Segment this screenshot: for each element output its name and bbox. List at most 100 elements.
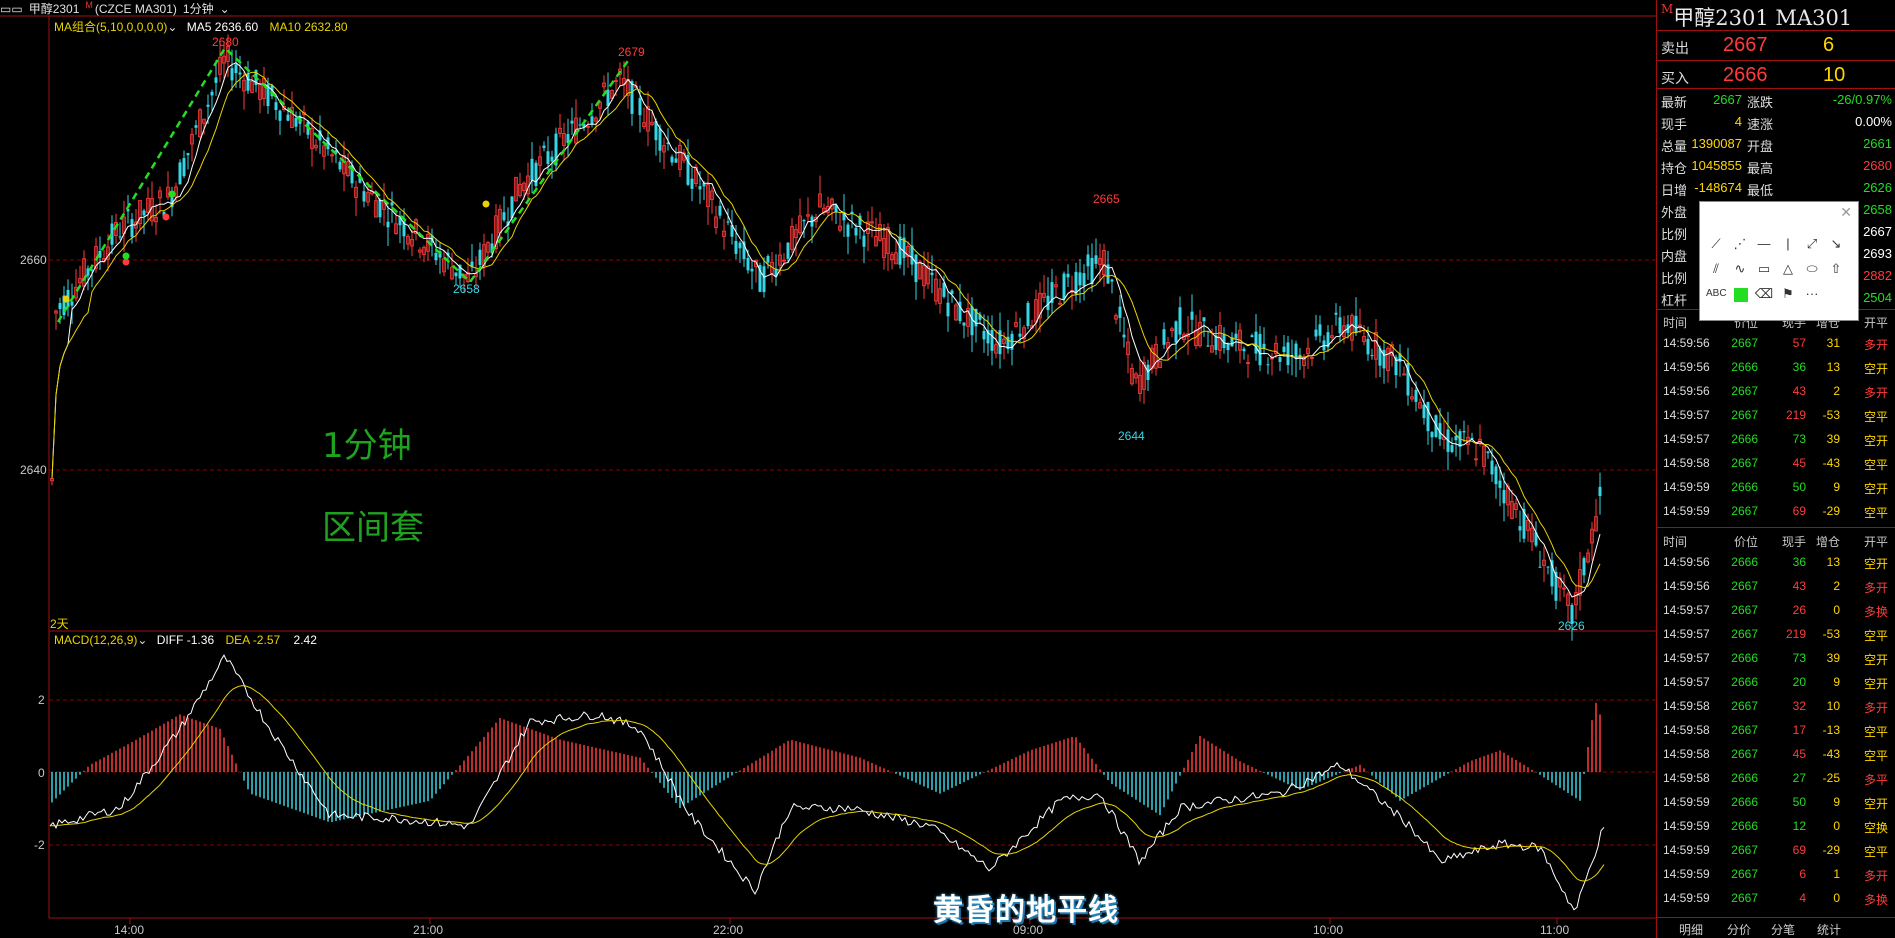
tick-price: 2666	[1731, 480, 1758, 494]
tick-time: 14:59:57	[1663, 627, 1710, 641]
flag-icon[interactable]: ⚑	[1778, 286, 1798, 302]
tick-row[interactable]: 14:59:57 2667 219 -53 空平	[1657, 622, 1895, 646]
tick-row[interactable]: 14:59:59 2666 50 9 空开	[1657, 475, 1895, 499]
tick-time: 14:59:57	[1663, 675, 1710, 689]
candle-body	[1422, 404, 1426, 419]
bid-row[interactable]: 买入 2666 10	[1657, 62, 1895, 90]
tab-stats[interactable]: 统计	[1817, 921, 1841, 938]
tick-price: 2667	[1731, 627, 1758, 641]
tick-oi: 39	[1826, 432, 1840, 446]
tick-oi: 0	[1833, 603, 1840, 617]
arrow-line-icon[interactable]: ⤢	[1802, 236, 1822, 252]
tab-detail[interactable]: 明细	[1679, 921, 1703, 938]
tick-oi: 0	[1833, 819, 1840, 833]
macd-legend[interactable]: MACD(12,26,9)⌄ DIFF -1.36 DEA -2.57 2.42	[54, 633, 317, 647]
tick-row[interactable]: 14:59:57 2666 73 39 空开	[1657, 427, 1895, 451]
tick-row[interactable]: 14:59:58 2667 17 -13 空平	[1657, 718, 1895, 742]
tick-price: 2666	[1731, 771, 1758, 785]
tick-type: 多换	[1863, 893, 1888, 907]
tick-row[interactable]: 14:59:56 2666 36 13 空开	[1657, 550, 1895, 574]
tick-oi: 13	[1826, 360, 1840, 374]
stat-value: 0.00%	[1855, 114, 1892, 129]
menu-icon[interactable]: ▭▭	[0, 2, 23, 16]
up-arrow-icon[interactable]: ⇧	[1826, 261, 1846, 277]
bid-volume: 10	[1823, 64, 1846, 86]
ask-volume: 6	[1823, 34, 1835, 56]
candle-body	[734, 240, 738, 254]
candle-body	[1062, 273, 1066, 299]
tick-row[interactable]: 14:59:59 2666 50 9 空开	[1657, 790, 1895, 814]
candle-body	[130, 219, 134, 237]
ma-legend[interactable]: MA组合(5,10,0,0,0,0)⌄ MA5 2636.60 MA10 263…	[54, 18, 348, 35]
tick-row[interactable]: 14:59:56 2667 57 31 多开	[1657, 331, 1895, 355]
tick-oi: -53	[1822, 627, 1840, 641]
candle-body	[294, 118, 298, 127]
ellipse-icon[interactable]: ⬭	[1802, 261, 1822, 277]
candle-body	[1066, 273, 1070, 278]
stat-label: 最低	[1747, 183, 1774, 198]
stat-value: 2661	[1863, 136, 1892, 151]
tick-row[interactable]: 14:59:56 2666 36 13 空开	[1657, 355, 1895, 379]
tick-volume: 45	[1792, 747, 1806, 761]
tick-row[interactable]: 14:59:57 2667 219 -53 空平	[1657, 403, 1895, 427]
tick-row[interactable]: 14:59:56 2667 43 2 多开	[1657, 379, 1895, 403]
tick-row[interactable]: 14:59:58 2666 27 -25 多平	[1657, 766, 1895, 790]
more-icon[interactable]: ···	[1802, 286, 1822, 301]
tab-price-dist[interactable]: 分价	[1727, 921, 1751, 938]
candle-body	[454, 272, 458, 277]
tick-row[interactable]: 14:59:58 2667 45 -43 空平	[1657, 451, 1895, 475]
eraser-icon[interactable]: ⌫	[1754, 286, 1774, 302]
ask-row[interactable]: 卖出 2667 6	[1657, 32, 1895, 60]
triangle-icon[interactable]: △	[1778, 261, 1798, 277]
ray-line-icon[interactable]: ⋰	[1730, 236, 1750, 252]
rectangle-icon[interactable]: ▭	[1754, 261, 1774, 277]
period-dropdown[interactable]: 1分钟 ⌄	[183, 2, 236, 16]
tick-row[interactable]: 14:59:57 2666 73 39 空开	[1657, 646, 1895, 670]
macd-indicator-name[interactable]: MACD(12,26,9)	[54, 633, 137, 647]
color-swatch[interactable]	[1734, 288, 1748, 302]
candle-body	[930, 272, 934, 276]
tick-row[interactable]: 14:59:58 2667 32 10 多开	[1657, 694, 1895, 718]
tick-row[interactable]: 14:59:57 2666 20 9 空开	[1657, 670, 1895, 694]
parallel-lines-icon[interactable]: ⫽	[1706, 261, 1726, 277]
kline-chart[interactable]	[0, 0, 1656, 938]
tick-row[interactable]: 14:59:56 2667 43 2 多开	[1657, 574, 1895, 598]
arrow-down-right-icon[interactable]: ↘	[1826, 236, 1846, 252]
wave-icon[interactable]: ∿	[1730, 261, 1750, 277]
tick-row[interactable]: 14:59:58 2667 45 -43 空平	[1657, 742, 1895, 766]
tab-tick[interactable]: 分笔	[1771, 921, 1795, 938]
candle-body	[914, 254, 918, 283]
tick-price: 2666	[1731, 819, 1758, 833]
candle-body	[502, 212, 506, 221]
tick-row[interactable]: 14:59:59 2667 4 0 多换	[1657, 886, 1895, 910]
vertical-line-icon[interactable]: |	[1778, 236, 1798, 251]
candle-body	[58, 303, 62, 310]
text-tool[interactable]: ABC	[1706, 288, 1727, 299]
tick-row[interactable]: 14:59:59 2667 69 -29 空平	[1657, 838, 1895, 862]
tick-row[interactable]: 14:59:59 2666 12 0 空换	[1657, 814, 1895, 838]
tick-oi: 13	[1826, 555, 1840, 569]
tick-price: 价位	[1733, 535, 1758, 549]
drawing-toolbox[interactable]: ✕ ⟋ ⋰ — | ⤢ ↘ ⫽ ∿ ▭ △ ⬭ ⇧ ABC ⌫ ⚑ ···	[1699, 201, 1859, 321]
candle-body	[1450, 445, 1454, 452]
chart-area[interactable]: ▭▭ 甲醇2301 M (CZCE MA301) 1分钟 ⌄ MA组合(5,10,0,0,…	[0, 0, 1656, 938]
tick-time: 14:59:58	[1663, 699, 1710, 713]
tick-type: 空开	[1863, 482, 1888, 496]
horizontal-line-icon[interactable]: —	[1754, 236, 1774, 251]
ma-indicator-name[interactable]: MA组合(5,10,0,0,0,0)	[54, 20, 167, 34]
candle-body	[1546, 566, 1550, 568]
candle-body	[1318, 324, 1322, 336]
peak-label-high: 2665	[1093, 192, 1120, 206]
tick-volume: 73	[1792, 651, 1806, 665]
candle-body	[1086, 254, 1090, 267]
tick-row[interactable]: 14:59:59 2667 6 1 多开	[1657, 862, 1895, 886]
candle-body	[118, 236, 122, 238]
tick-time: 14:59:57	[1663, 651, 1710, 665]
tick-row[interactable]: 14:59:57 2667 26 0 多换	[1657, 598, 1895, 622]
tick-price: 2666	[1731, 651, 1758, 665]
candle-body	[1582, 558, 1586, 576]
close-icon[interactable]: ✕	[1840, 204, 1852, 221]
line-segment-icon[interactable]: ⟋	[1706, 236, 1726, 252]
peak-label-low: 2644	[1118, 429, 1145, 443]
tick-row[interactable]: 14:59:59 2667 69 -29 空平	[1657, 499, 1895, 523]
